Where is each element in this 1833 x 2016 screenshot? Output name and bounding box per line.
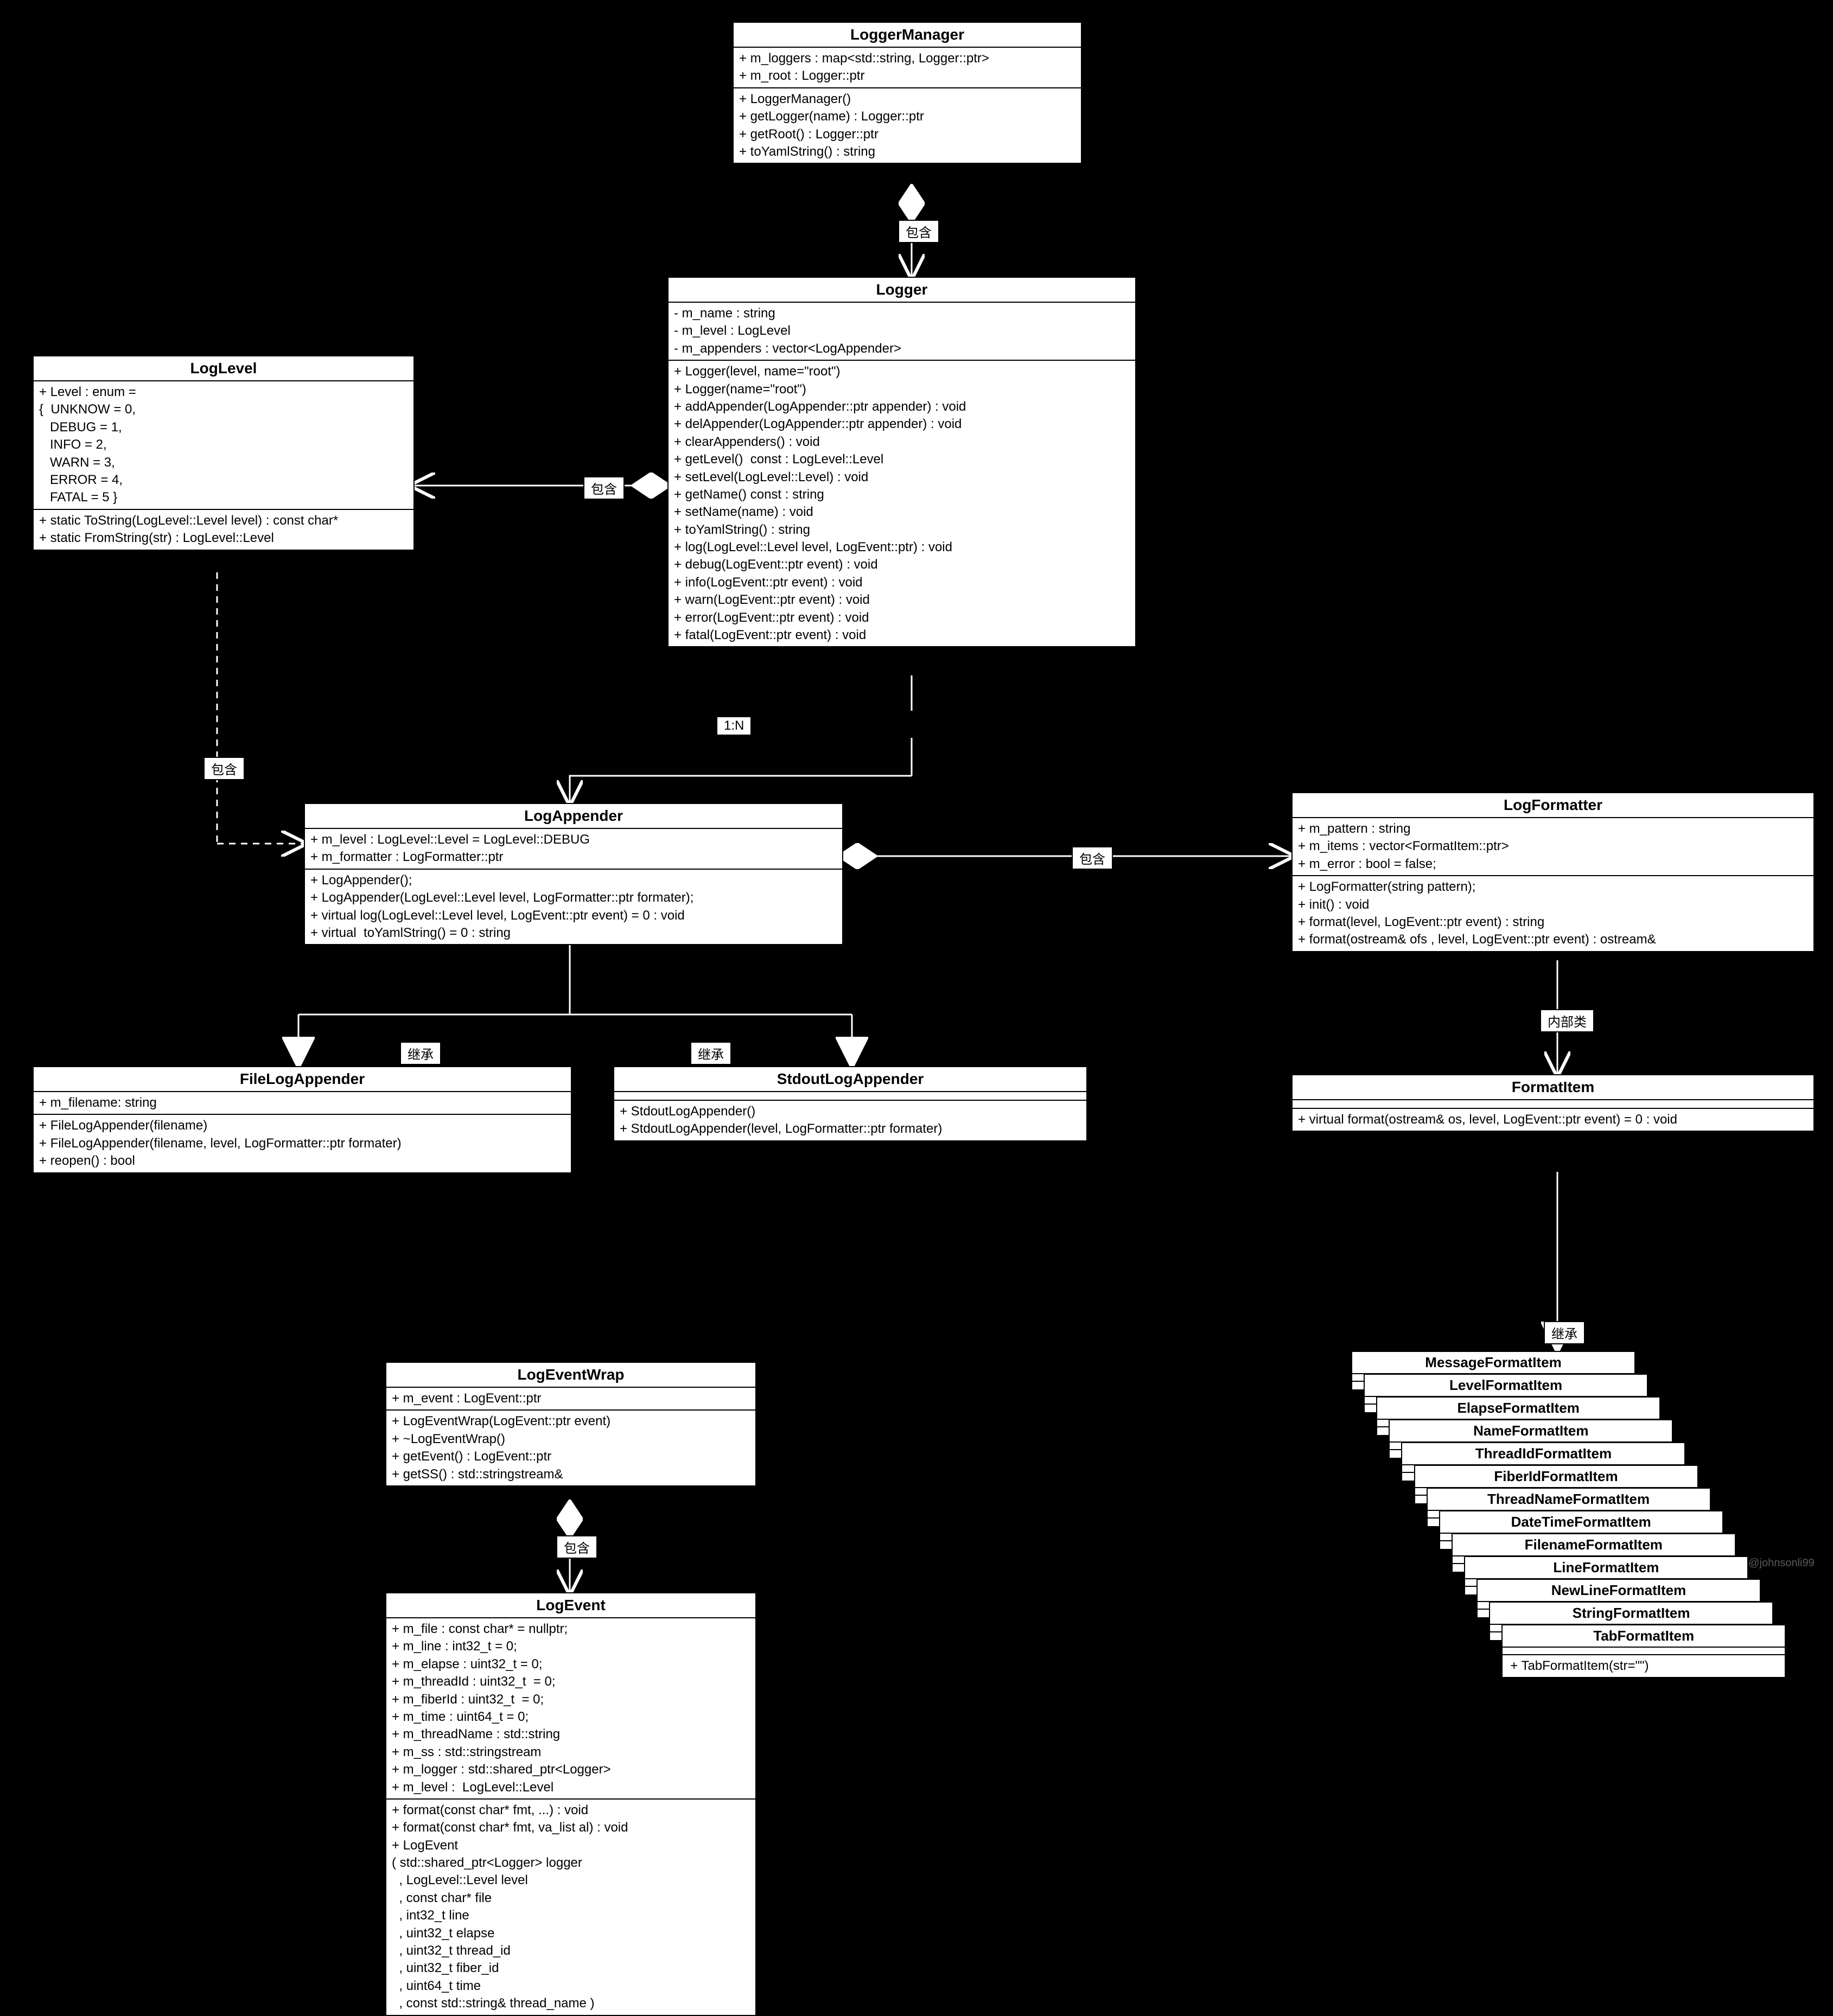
class-LogAppender: LogAppender + m_level : LogLevel::Level … <box>304 803 843 945</box>
class-LogEventWrap: LogEventWrap + m_event : LogEvent::ptr +… <box>385 1362 756 1487</box>
class-title: LevelFormatItem <box>1365 1375 1647 1397</box>
class-FormatItem: FormatItem + virtual format(ostream& os,… <box>1291 1074 1815 1132</box>
class-ops: + Logger(level, name="root") + Logger(na… <box>669 361 1135 646</box>
class-LogFormatter: LogFormatter + m_pattern : string + m_it… <box>1291 792 1815 952</box>
class-title: Logger <box>669 278 1135 303</box>
class-title: NameFormatItem <box>1390 1420 1672 1443</box>
class-attrs: + m_event : LogEvent::ptr <box>386 1388 755 1411</box>
class-title: FileLogAppender <box>34 1067 571 1092</box>
class-title: FilenameFormatItem <box>1453 1534 1735 1556</box>
class-ops: + static ToString(LogLevel::Level level)… <box>34 510 413 550</box>
label-contain: 包含 <box>1072 846 1113 870</box>
class-title: LogAppender <box>305 804 842 829</box>
label-contain: 包含 <box>898 220 939 243</box>
class-title: FormatItem <box>1293 1075 1813 1100</box>
label-inherit: 继承 <box>690 1042 731 1065</box>
class-title: LineFormatItem <box>1465 1557 1747 1579</box>
label-contain: 包含 <box>203 757 245 780</box>
label-inherit: 继承 <box>400 1042 441 1065</box>
class-FileLogAppender: FileLogAppender + m_filename: string + F… <box>33 1066 572 1173</box>
label-contain: 包含 <box>583 476 625 500</box>
class-attrs: + Level : enum = { UNKNOW = 0, DEBUG = 1… <box>34 381 413 510</box>
class-title: LogEvent <box>386 1593 755 1618</box>
class-title: LogFormatter <box>1293 793 1813 818</box>
class-attrs-empty <box>1503 1648 1785 1655</box>
label-contain: 包含 <box>556 1535 597 1559</box>
label-inner: 内部类 <box>1540 1009 1594 1032</box>
class-title: LoggerManager <box>734 23 1081 48</box>
class-ops: + TabFormatItem(str="") <box>1503 1655 1785 1677</box>
class-ops: + virtual format(ostream& os, level, Log… <box>1293 1109 1813 1131</box>
class-ops: + LogAppender(); + LogAppender(LogLevel:… <box>305 870 842 945</box>
formatitem-subclass: TabFormatItem + TabFormatItem(str="") <box>1501 1624 1786 1678</box>
class-title: LogEventWrap <box>386 1363 755 1388</box>
class-attrs: - m_name : string - m_level : LogLevel -… <box>669 303 1135 361</box>
class-attrs: + m_loggers : map<std::string, Logger::p… <box>734 48 1081 88</box>
class-LoggerManager: LoggerManager + m_loggers : map<std::str… <box>733 22 1082 164</box>
class-attrs-empty <box>1293 1100 1813 1109</box>
label-1N: 1:N <box>716 716 752 736</box>
class-attrs: + m_level : LogLevel::Level = LogLevel::… <box>305 829 842 870</box>
uml-canvas: LoggerManager + m_loggers : map<std::str… <box>0 0 1833 1975</box>
class-title: NewLineFormatItem <box>1478 1580 1760 1602</box>
class-attrs: + m_pattern : string + m_items : vector<… <box>1293 818 1813 876</box>
class-title: DateTimeFormatItem <box>1440 1511 1722 1534</box>
label-inherit: 继承 <box>1544 1321 1585 1344</box>
class-title: MessageFormatItem <box>1352 1352 1634 1374</box>
class-title: ThreadIdFormatItem <box>1402 1443 1684 1465</box>
class-title: StringFormatItem <box>1490 1603 1772 1625</box>
class-ops: + LoggerManager() + getLogger(name) : Lo… <box>734 88 1081 163</box>
class-LogLevel: LogLevel + Level : enum = { UNKNOW = 0, … <box>33 355 415 551</box>
class-StdoutLogAppender: StdoutLogAppender + StdoutLogAppender() … <box>613 1066 1087 1141</box>
class-attrs: + m_filename: string <box>34 1092 571 1115</box>
class-title: TabFormatItem <box>1503 1625 1785 1648</box>
class-attrs-empty <box>614 1092 1086 1101</box>
class-title: LogLevel <box>34 356 413 381</box>
class-ops: + StdoutLogAppender() + StdoutLogAppende… <box>614 1101 1086 1140</box>
class-attrs: + m_file : const char* = nullptr; + m_li… <box>386 1618 755 1800</box>
class-ops: + LogFormatter(string pattern); + init()… <box>1293 876 1813 951</box>
class-title: FiberIdFormatItem <box>1415 1466 1697 1488</box>
class-title: StdoutLogAppender <box>614 1067 1086 1092</box>
class-Logger: Logger - m_name : string - m_level : Log… <box>667 277 1136 647</box>
class-title: ThreadNameFormatItem <box>1428 1489 1710 1511</box>
class-ops: + FileLogAppender(filename) + FileLogApp… <box>34 1115 571 1172</box>
class-title: ElapseFormatItem <box>1377 1398 1659 1420</box>
class-LogEvent: LogEvent + m_file : const char* = nullpt… <box>385 1592 756 2016</box>
class-ops: + LogEventWrap(LogEvent::ptr event) + ~L… <box>386 1411 755 1485</box>
class-ops: + format(const char* fmt, ...) : void + … <box>386 1800 755 2015</box>
